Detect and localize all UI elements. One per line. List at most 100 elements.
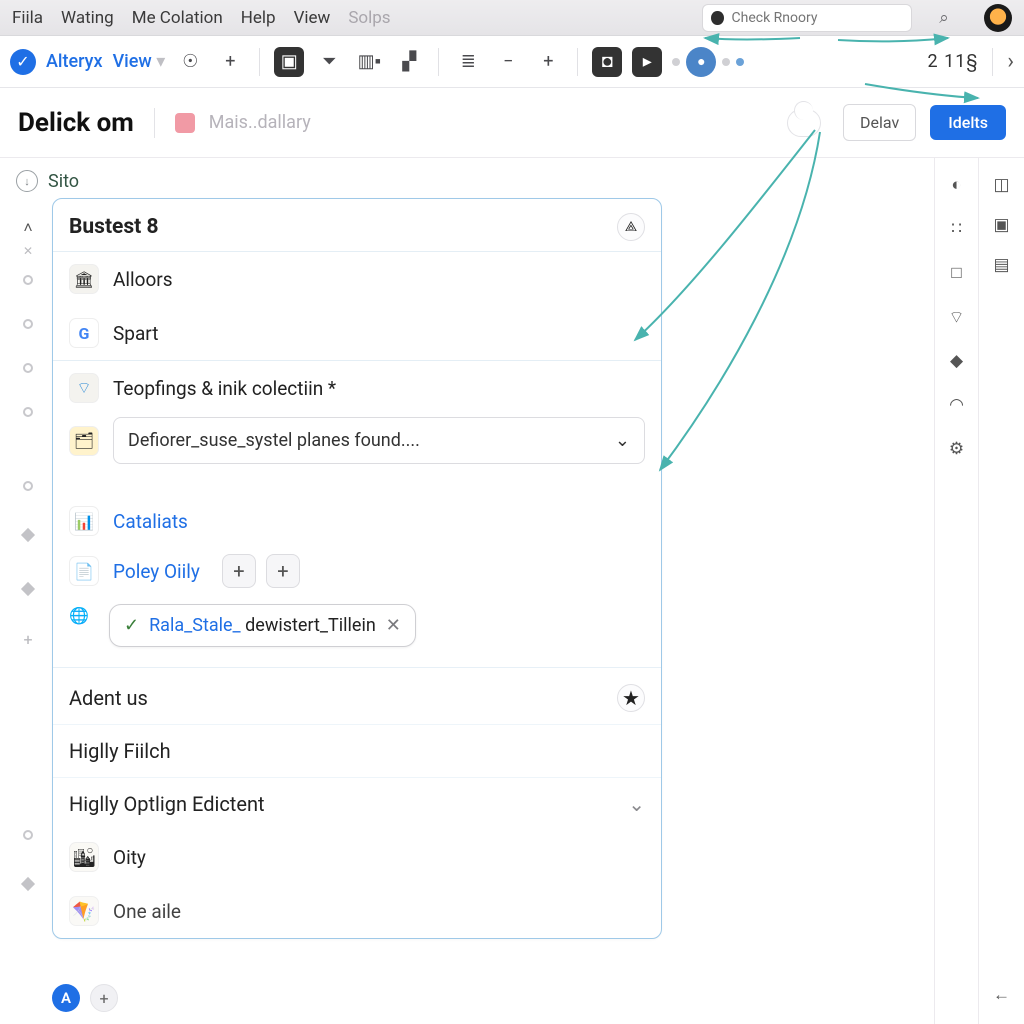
square-icon[interactable]: □ <box>946 262 968 284</box>
row-teopfings[interactable]: ⌔ Teopfings & inik colectiin * <box>53 361 661 415</box>
menu-solps: Solps <box>348 8 390 28</box>
tool-plus2-icon[interactable]: + <box>533 47 563 77</box>
tool-shapes-icon[interactable]: ▞ <box>394 47 424 77</box>
row-one-aile[interactable]: 🪁 One aile <box>53 884 661 938</box>
brand-label[interactable]: Alteryx <box>46 51 103 72</box>
tool-list-icon[interactable]: ≣ <box>453 47 483 77</box>
presence-dots: ● <box>672 47 744 77</box>
add-chip-button[interactable]: + <box>90 984 118 1012</box>
row-defiorer: 🗂 Defiorer_suse_systel planes found.... … <box>53 415 661 466</box>
menu-view[interactable]: View <box>294 8 331 28</box>
picture-icon[interactable]: ▣ <box>991 214 1013 236</box>
back-icon[interactable]: ← <box>991 984 1013 1006</box>
headphones-icon[interactable]: ◠ <box>946 394 968 416</box>
section-higlly-optlign[interactable]: Higlly Optlign Edictent ⌄ <box>53 777 661 830</box>
tool-filter-icon[interactable]: ⏷ <box>314 47 344 77</box>
collapse-icon[interactable]: ˄ <box>23 218 32 238</box>
chart-icon: 📊 <box>69 506 99 536</box>
wifi2-icon[interactable]: ⌔ <box>946 306 968 328</box>
delav-button[interactable]: Delav <box>843 104 916 141</box>
row-alloors[interactable]: 🏛 Alloors <box>53 252 661 306</box>
check-icon: ✓ <box>124 615 139 636</box>
folder-icon: 🗂 <box>69 426 99 456</box>
card-title: Bustest 8 <box>69 215 159 239</box>
globe-icon: 🌐 <box>69 606 99 636</box>
poley-add2-button[interactable]: + <box>266 554 300 588</box>
toolbar-counter: 2 11§ <box>928 51 979 72</box>
notif-badge-icon[interactable]: ● <box>686 47 716 77</box>
oity-icon: 🏙 <box>69 842 99 872</box>
bustest-card: Bustest 8 ⟁ 🏛 Alloors G Spart ⌔ Teopfing… <box>52 198 662 939</box>
menu-wating[interactable]: Wating <box>61 8 114 28</box>
defiorer-dropdown[interactable]: Defiorer_suse_systel planes found.... ⌄ <box>113 417 645 464</box>
outline-column: ˄ ✕ + <box>16 218 40 1024</box>
avatar[interactable] <box>984 4 1012 32</box>
timeline-diamond-icon[interactable] <box>21 582 35 596</box>
user-chip-a[interactable]: A <box>52 984 80 1012</box>
cloud-icon[interactable] <box>787 109 821 137</box>
chevron-down-icon: ⌄ <box>615 430 630 451</box>
chart2-icon[interactable]: ◫ <box>991 174 1013 196</box>
save-icon[interactable]: ▤ <box>991 254 1013 276</box>
page-header: Delick om Mais..dallary Delav Idelts <box>0 88 1024 158</box>
global-search[interactable] <box>702 4 912 32</box>
tool-minus-icon[interactable]: − <box>493 47 523 77</box>
idelts-button[interactable]: Idelts <box>930 105 1006 140</box>
rala-stale-chip[interactable]: ✓ Rala_Stale_ dewistert_Tillein ✕ <box>109 604 416 647</box>
view-dropdown[interactable]: View ▾ <box>113 51 166 72</box>
google-icon: G <box>69 318 99 348</box>
pin-icon[interactable]: ⟁ <box>617 213 645 241</box>
timeline-dot[interactable] <box>23 363 33 373</box>
grid-icon[interactable]: ∷ <box>946 218 968 240</box>
plus-icon[interactable]: + <box>215 47 245 77</box>
row-poley[interactable]: 📄 Poley Oiily + + <box>53 548 661 600</box>
timeline-dot[interactable] <box>23 319 33 329</box>
tag-icon[interactable]: ◆ <box>946 350 968 372</box>
wifi-icon: ⌔ <box>69 373 99 403</box>
tool-camera-icon[interactable]: ▣ <box>274 47 304 77</box>
row-cataliats[interactable]: 📊 Cataliats <box>53 494 661 548</box>
status-check-icon[interactable]: ✓ <box>10 49 36 75</box>
section-higlly-fiilch[interactable]: Higlly Fiilch <box>53 724 661 777</box>
page-subtitle: Mais..dallary <box>209 112 311 133</box>
timeline-dot[interactable] <box>23 407 33 417</box>
menu-help[interactable]: Help <box>241 8 276 28</box>
timeline-diamond-icon[interactable] <box>21 528 35 542</box>
tool-arrow-icon[interactable]: ▸ <box>632 47 662 77</box>
menubar: Fiila Wating Me Colation Help View Solps… <box>0 0 1024 36</box>
gear-icon[interactable]: ⚙ <box>946 438 968 460</box>
clock-icon[interactable]: ◐ <box>946 174 968 196</box>
tool-square-icon[interactable]: ◘ <box>592 47 622 77</box>
timeline-diamond-icon[interactable] <box>21 877 35 891</box>
timeline-add-icon[interactable]: + <box>23 630 32 649</box>
subtitle-icon <box>175 113 195 133</box>
tool-columns-icon[interactable]: ▥▪ <box>354 47 384 77</box>
sito-badge-icon: ↓ <box>16 170 38 192</box>
page-arrow-icon: 📄 <box>69 556 99 586</box>
row-oity[interactable]: 🏙 Oity <box>53 830 661 884</box>
section-adent[interactable]: Adent us ★ <box>53 667 661 724</box>
main: ↓ Sito ˄ ✕ + Bustest 8 ⟁ <box>0 158 1024 1024</box>
timeline-dot[interactable] <box>23 275 33 285</box>
menu-mecolation[interactable]: Me Colation <box>132 8 223 28</box>
sito-row[interactable]: ↓ Sito <box>16 170 934 192</box>
alloors-icon: 🏛 <box>69 264 99 294</box>
row-spart[interactable]: G Spart <box>53 306 661 360</box>
one-aile-icon: 🪁 <box>69 896 99 926</box>
poley-add1-button[interactable]: + <box>222 554 256 588</box>
close-icon[interactable]: ✕ <box>386 615 401 636</box>
right-rail-inner: ◐ ∷ □ ⌔ ◆ ◠ ⚙ <box>934 158 978 1024</box>
search-dot-icon <box>711 11 724 25</box>
timeline-dot[interactable] <box>23 481 33 491</box>
sito-label: Sito <box>48 171 79 192</box>
search-icon[interactable]: ⌕ <box>930 4 958 32</box>
basket-icon[interactable]: ☉ <box>175 47 205 77</box>
star-icon[interactable]: ★ <box>617 684 645 712</box>
search-input[interactable] <box>732 10 904 26</box>
right-rail-outer: ◫ ▣ ▤ ← <box>978 158 1024 1024</box>
overflow-chevron-icon[interactable]: › <box>1007 49 1014 74</box>
menu-fiila[interactable]: Fiila <box>12 8 43 28</box>
chevron-down-icon: ⌄ <box>628 792 645 816</box>
page-title: Delick om <box>18 108 134 138</box>
timeline-dot[interactable] <box>23 830 33 840</box>
